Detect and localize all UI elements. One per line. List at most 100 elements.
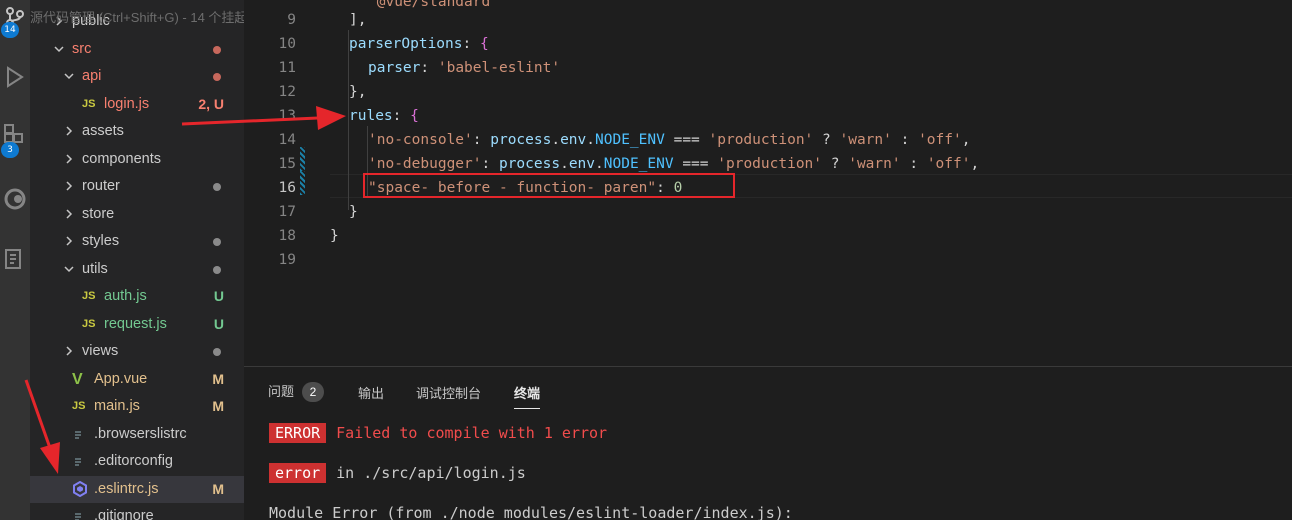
run-debug-icon[interactable] <box>2 64 28 90</box>
eslint-file-icon <box>72 480 88 498</box>
explorer-folder[interactable]: utils <box>30 256 244 283</box>
config-file-icon <box>72 426 84 443</box>
explorer-folder[interactable]: views <box>30 338 244 365</box>
tab-problems-label: 问题 <box>268 384 295 399</box>
explorer-item-label: auth.js <box>104 288 147 304</box>
code-line: ], <box>349 12 367 28</box>
terminal-line: ERROR Failed to compile with 1 error <box>269 423 607 443</box>
explorer-item-label: router <box>82 178 120 194</box>
git-status-badge: M <box>212 370 224 387</box>
explorer-file[interactable]: JS main.js M <box>30 393 244 420</box>
activity-bar: 14 3 <box>0 0 30 520</box>
change-indicator-dot <box>213 265 221 274</box>
tab-terminal[interactable]: 终端 <box>514 383 541 409</box>
line-number: 17 <box>278 204 296 220</box>
line-number: 19 <box>278 252 296 268</box>
terminal-line: error in ./src/api/login.js <box>269 463 526 483</box>
explorer-file[interactable]: JS request.js U <box>30 311 244 338</box>
explorer-item-label: views <box>82 343 119 359</box>
code-line: '@vue/standard' <box>368 0 499 10</box>
chevron-right-icon <box>62 233 76 249</box>
explorer-item-label: src <box>72 40 92 57</box>
explorer-file[interactable]: V App.vue M <box>30 366 244 393</box>
chevron-down-icon <box>62 68 76 84</box>
explorer-item-label: api <box>82 68 102 84</box>
code-line: parser: 'babel-eslint' <box>368 60 561 76</box>
javascript-file-icon: JS <box>82 317 96 330</box>
explorer-file[interactable]: .gitignore <box>30 503 244 520</box>
config-file-icon <box>72 453 84 470</box>
code-line: } <box>330 228 339 244</box>
chevron-right-icon <box>62 178 76 194</box>
explorer-item-label: styles <box>82 233 120 249</box>
change-indicator-dot <box>213 73 221 81</box>
explorer-folder[interactable]: store <box>30 201 244 228</box>
remote-explorer-icon[interactable] <box>2 186 28 212</box>
explorer-folder[interactable]: api <box>30 63 244 90</box>
change-indicator-dot <box>213 45 221 54</box>
line-number: 10 <box>278 36 296 52</box>
tab-problems[interactable]: 问题 2 <box>268 381 325 402</box>
config-file-icon <box>72 508 84 520</box>
vue-file-icon: V <box>72 370 83 388</box>
javascript-file-icon: JS <box>82 97 96 110</box>
git-status-badge: M <box>212 480 224 497</box>
explorer-folder[interactable]: router <box>30 173 244 200</box>
chevron-right-icon <box>62 343 76 359</box>
line-number: 13 <box>278 108 296 124</box>
git-status-badge: M <box>212 398 224 414</box>
error-tag: ERROR <box>269 423 327 443</box>
line-number: 14 <box>278 132 296 148</box>
explorer-item-label: main.js <box>94 398 140 414</box>
testing-icon[interactable] <box>2 246 28 272</box>
explorer-folder[interactable]: assets <box>30 118 244 145</box>
git-status-badge: U <box>213 315 224 332</box>
explorer-folder[interactable]: styles <box>30 228 244 255</box>
explorer-item-label: login.js <box>104 95 150 112</box>
javascript-file-icon: JS <box>82 290 96 302</box>
git-status-badge: 2, U <box>198 95 224 112</box>
explorer-item-label: utils <box>82 260 108 277</box>
error-tag: error <box>269 463 327 483</box>
explorer-file[interactable]: .editorconfig <box>30 448 244 475</box>
scm-badge: 14 <box>1 22 19 38</box>
change-indicator-dot <box>213 183 221 191</box>
line-number: 11 <box>278 60 296 76</box>
chevron-right-icon <box>62 206 76 222</box>
explorer-item-label: .eslintrc.js <box>94 480 159 497</box>
problems-count-badge: 2 <box>302 382 325 402</box>
explorer-item-label: App.vue <box>94 370 148 387</box>
tab-output[interactable]: 输出 <box>358 383 384 402</box>
code-line: 'no-console': process.env.NODE_ENV === '… <box>368 132 971 148</box>
explorer-item-label: store <box>82 205 115 222</box>
line-number: 9 <box>287 12 296 28</box>
git-status-badge: U <box>213 288 224 304</box>
explorer-item-label: .gitignore <box>94 508 154 520</box>
tab-debug-console[interactable]: 调试控制台 <box>416 383 481 402</box>
terminal-error-file: in ./src/api/login.js <box>336 464 526 482</box>
annotation-rectangle <box>363 173 735 198</box>
explorer-item-label: request.js <box>104 315 167 332</box>
explorer-file[interactable]: .browserslistrc <box>30 421 244 448</box>
vscode-window: 14 3 public src api JS login.js 2, Uassets com… <box>0 0 1292 520</box>
explorer-folder[interactable]: src <box>30 36 244 63</box>
chevron-down-icon <box>62 261 76 277</box>
explorer-item-label: components <box>82 150 161 167</box>
explorer-file[interactable]: JS login.js 2, U <box>30 91 244 118</box>
code-line: parserOptions: { <box>349 36 489 52</box>
explorer-folder[interactable]: components <box>30 146 244 173</box>
line-number: 16 <box>278 180 296 196</box>
line-number: 18 <box>278 228 296 244</box>
code-line: }, <box>349 84 367 100</box>
line-number: 15 <box>278 156 296 172</box>
javascript-file-icon: JS <box>72 400 86 412</box>
code-line: } <box>349 204 358 220</box>
terminal-line: Module Error (from ./node_modules/eslint… <box>269 504 793 520</box>
explorer-file[interactable]: .eslintrc.js M <box>30 475 244 503</box>
chevron-down-icon <box>52 41 66 57</box>
explorer-file[interactable]: JS auth.js U <box>30 283 244 310</box>
explorer-item-label: .editorconfig <box>94 453 173 469</box>
gutter-modified-indicator <box>300 147 305 171</box>
line-number: 12 <box>278 84 296 100</box>
chevron-right-icon <box>62 151 76 167</box>
